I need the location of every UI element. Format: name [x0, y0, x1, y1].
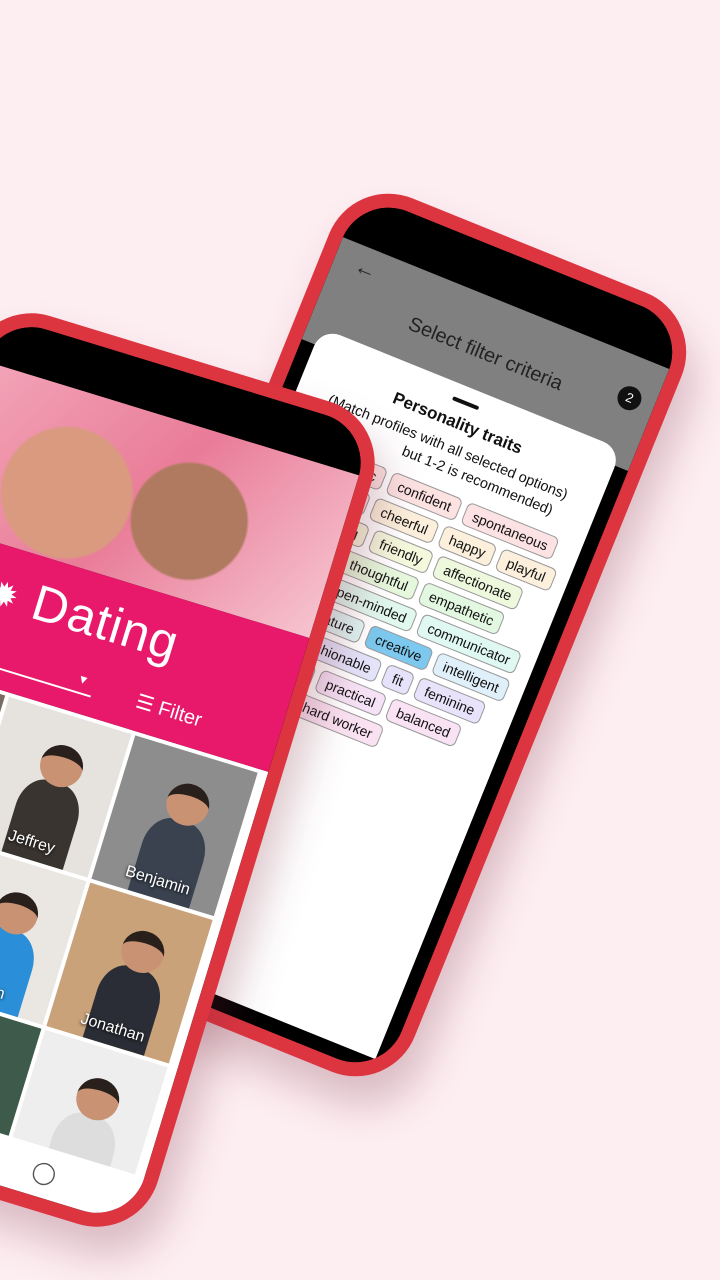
filter-button[interactable]: ☰ Filter	[133, 689, 205, 733]
sheet-handle[interactable]	[451, 396, 480, 411]
sliders-icon: ☰	[133, 690, 157, 717]
dropdown-caret-icon: ▼	[75, 671, 92, 689]
person-head	[0, 886, 44, 940]
sun-logo-icon: ✹	[0, 573, 24, 619]
profile-icon[interactable]: ◯	[29, 1157, 60, 1189]
back-arrow-icon[interactable]: ←	[351, 253, 381, 285]
trait-chip[interactable]: fit	[379, 663, 416, 697]
